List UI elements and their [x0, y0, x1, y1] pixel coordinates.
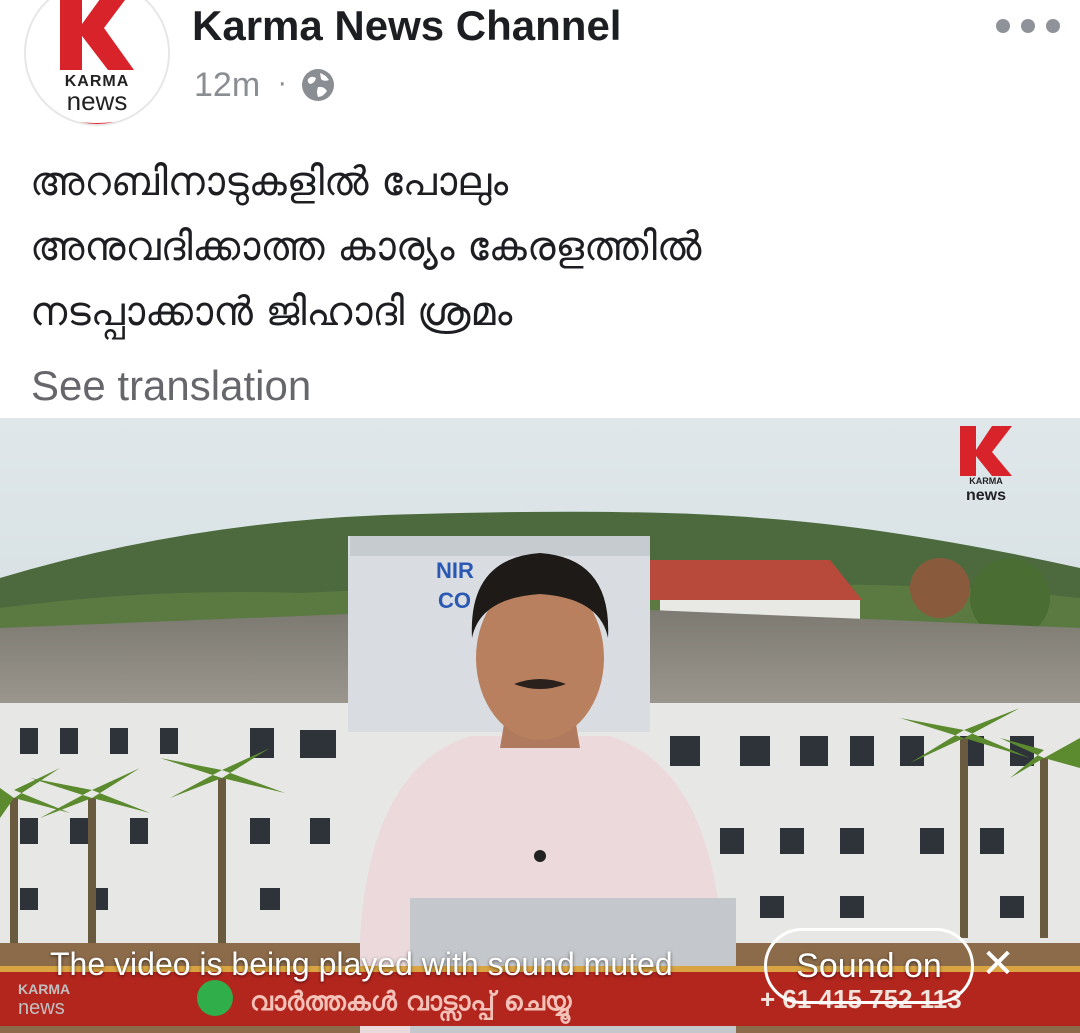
building-sign-1: NIR — [436, 558, 474, 583]
watermark-word-news: news — [966, 487, 1006, 504]
logo-word-news: news — [67, 86, 128, 116]
meta-separator: · — [278, 70, 287, 100]
logo-word-channel: channel — [81, 114, 113, 124]
post-timestamp[interactable]: 12m — [194, 66, 260, 105]
video-red-roof — [650, 560, 862, 600]
page-name[interactable]: Karma News Channel — [192, 2, 621, 50]
karma-news-logo: KARMA news channel — [26, 0, 168, 124]
more-dot — [1021, 19, 1035, 33]
post-meta: 12m · — [194, 62, 336, 108]
page-avatar[interactable]: KARMA news channel — [24, 0, 170, 126]
globe-icon — [302, 69, 335, 101]
post-text-line-3: നടപ്പാക്കാൻ ജിഹാദി ശ്രമം — [30, 289, 513, 335]
more-dot — [996, 19, 1010, 33]
muted-message: The video is being played with sound mut… — [50, 946, 673, 982]
video-left-roof — [0, 614, 350, 703]
see-translation-link[interactable]: See translation — [31, 362, 311, 410]
building-sign-2: CO — [438, 588, 471, 613]
more-options-icon[interactable] — [996, 8, 1060, 44]
post-text-line-1: അറബിനാടുകളിൽ പോലും — [30, 159, 509, 205]
post-body: അറബിനാടുകളിൽ പോലും അനുവദിക്കാത്ത കാര്യം … — [30, 150, 1050, 345]
muted-notice-bar: The video is being played with sound mut… — [0, 928, 1080, 1008]
watermark-word-karma: KARMA — [969, 476, 1003, 486]
more-dot — [1046, 19, 1060, 33]
close-icon[interactable]: ✕ — [978, 944, 1018, 984]
post-text-line-2: അനുവദിക്കാത്ത കാര്യം കേരളത്തിൽ — [30, 224, 702, 270]
post-header: KARMA news channel Karma News Channel 12… — [0, 0, 1080, 130]
sound-on-button[interactable]: Sound on — [764, 928, 974, 1004]
